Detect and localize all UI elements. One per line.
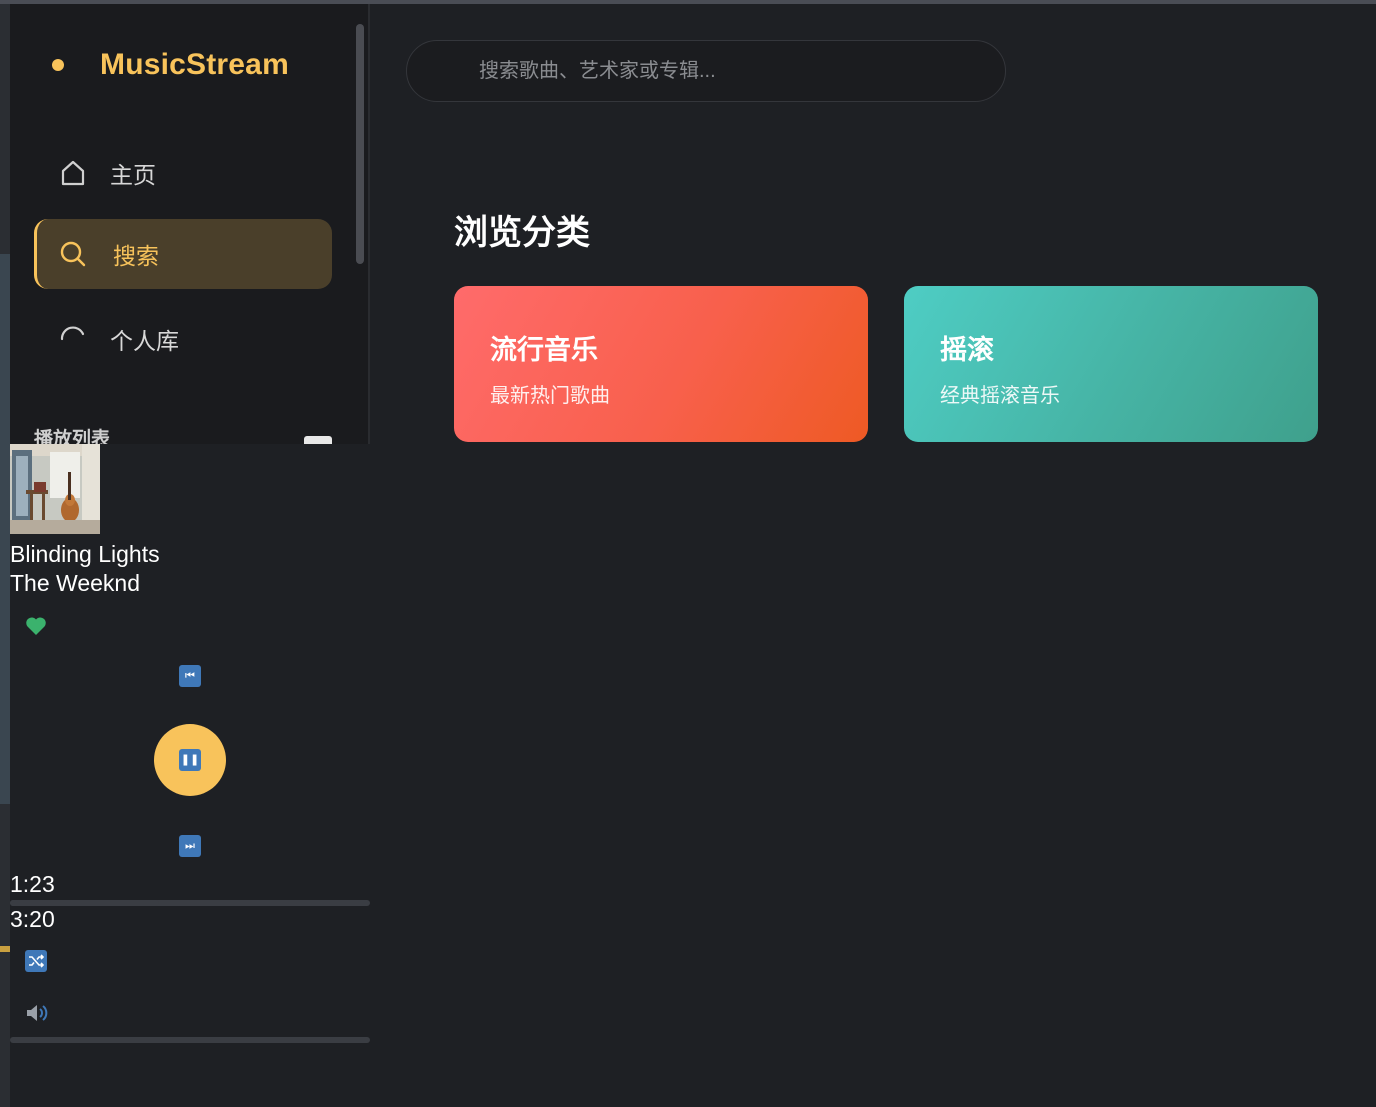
background-window-strip <box>0 4 10 1107</box>
search-input[interactable] <box>479 59 979 83</box>
track-title[interactable]: Blinding Lights <box>10 541 160 568</box>
current-time: 1:23 <box>10 871 55 897</box>
app-name: MusicStream <box>100 48 289 81</box>
next-icon: ⏭ <box>185 839 195 852</box>
sidebar-divider <box>368 4 370 444</box>
nav-item-search[interactable]: 搜索 <box>34 219 332 289</box>
shuffle-icon <box>29 954 45 968</box>
category-title: 流行音乐 <box>490 335 598 365</box>
now-playing-panel: Blinding Lights The Weeknd ⏮ ❚❚ ⏭ 1:23 3… <box>10 444 370 1107</box>
background-window-panel <box>0 254 10 804</box>
previous-icon: ⏮ <box>185 669 195 682</box>
logo-dot-icon <box>52 59 64 71</box>
browse-categories-title: 浏览分类 <box>454 214 590 252</box>
search-icon <box>58 239 88 269</box>
playlist-section-title: 播放列表 <box>34 429 111 444</box>
nav-item-home[interactable]: 主页 <box>34 138 332 208</box>
search-bar[interactable] <box>406 40 1006 102</box>
sidebar: MusicStream 主页 搜索 个人库 播放列表 <box>10 4 370 444</box>
category-title: 摇滚 <box>940 335 994 365</box>
category-subtitle: 经典摇滚音乐 <box>940 385 1060 407</box>
home-icon <box>58 158 88 188</box>
track-artist[interactable]: The Weeknd <box>10 570 140 597</box>
previous-track-button[interactable]: ⏮ <box>179 665 201 687</box>
total-time: 3:20 <box>10 906 55 932</box>
background-window-accent <box>0 946 10 952</box>
category-card-rock[interactable]: 摇滚 经典摇滚音乐 <box>904 286 1318 442</box>
category-card-pop[interactable]: 流行音乐 最新热门歌曲 <box>454 286 868 442</box>
album-cover <box>10 444 100 534</box>
shuffle-button[interactable] <box>25 950 47 972</box>
nav-item-label: 搜索 <box>113 243 159 269</box>
library-icon <box>58 324 88 354</box>
pause-icon[interactable]: ❚❚ <box>179 749 201 771</box>
nav-item-label: 主页 <box>110 162 156 188</box>
nav-item-label: 个人库 <box>110 328 179 354</box>
nav-item-library[interactable]: 个人库 <box>34 304 332 374</box>
sidebar-scrollbar[interactable] <box>356 24 364 264</box>
progress-bar[interactable] <box>10 900 370 906</box>
add-playlist-button[interactable] <box>304 436 332 444</box>
volume-icon[interactable] <box>25 1002 49 1024</box>
app-logo[interactable]: MusicStream <box>52 48 289 82</box>
next-track-button[interactable]: ⏭ <box>179 835 201 857</box>
category-subtitle: 最新热门歌曲 <box>490 385 610 407</box>
like-heart-icon[interactable] <box>25 616 47 641</box>
volume-slider[interactable] <box>10 1037 370 1043</box>
